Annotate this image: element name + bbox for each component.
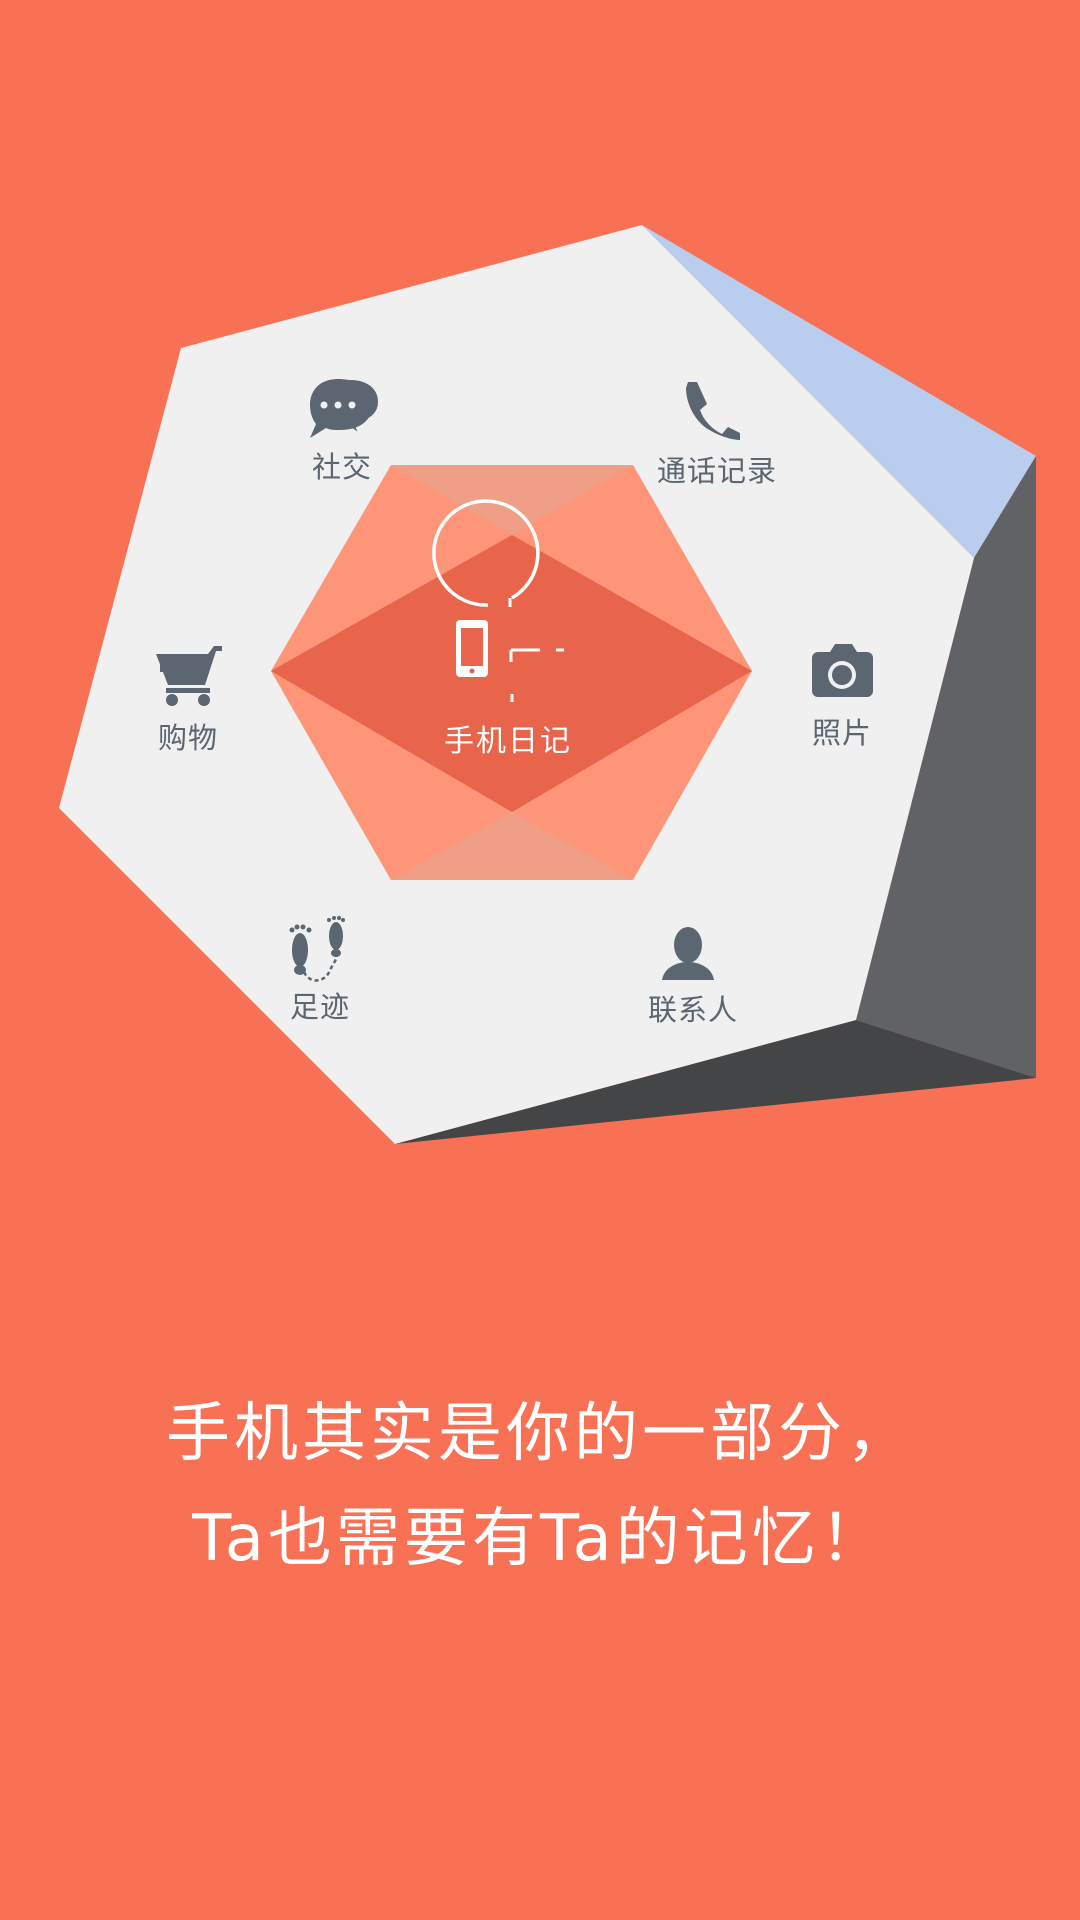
feature-label-footprints[interactable]: 足迹 — [290, 984, 350, 1026]
feature-label-social[interactable]: 社交 — [312, 444, 372, 486]
polyhedron-graphic — [59, 225, 1036, 1144]
feature-label-call-log[interactable]: 通话记录 — [657, 448, 777, 490]
feature-label-shopping[interactable]: 购物 — [158, 715, 218, 757]
center-hub-label[interactable]: 手机日记 — [444, 716, 572, 760]
tagline-line-2: Ta也需要有Ta的记忆！ — [192, 1502, 888, 1576]
feature-label-contacts[interactable]: 联系人 — [648, 987, 738, 1029]
intro-screen: 社交 通话记录 购物 照片 足迹 联系人 手机日记 手机其实是你的一部分， Ta… — [0, 0, 1080, 1920]
tagline-line-1: 手机其实是你的一部分， — [166, 1397, 914, 1471]
feature-label-photos[interactable]: 照片 — [812, 710, 872, 752]
